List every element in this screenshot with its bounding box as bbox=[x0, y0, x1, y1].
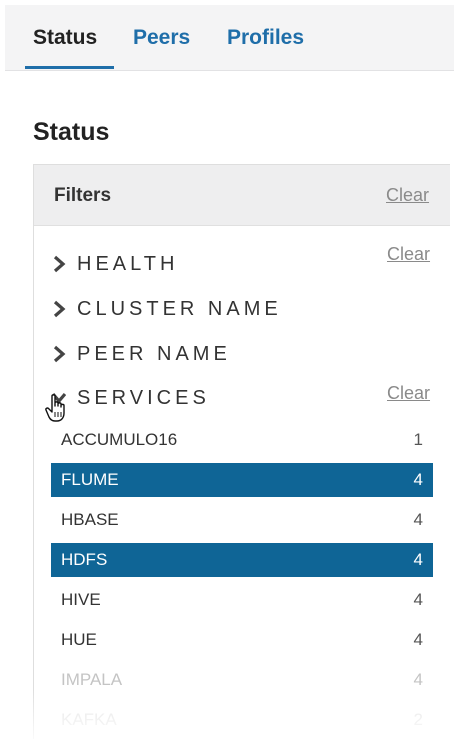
clear-services-filter-link[interactable]: Clear bbox=[387, 382, 430, 404]
service-count: 4 bbox=[413, 470, 423, 489]
chevron-right-icon bbox=[53, 255, 66, 273]
service-count: 1 bbox=[413, 430, 423, 449]
active-tab-indicator bbox=[25, 66, 114, 69]
service-name: HIVE bbox=[61, 590, 101, 609]
service-row-hbase[interactable]: HBASE 4 bbox=[51, 503, 433, 537]
service-row-hdfs[interactable]: HDFS 4 bbox=[51, 543, 433, 577]
service-row-hue[interactable]: HUE 4 bbox=[51, 623, 433, 657]
filter-section-label: CLUSTER NAME bbox=[77, 298, 282, 320]
service-row-accumulo16[interactable]: ACCUMULO16 1 bbox=[51, 423, 433, 457]
filter-section-label: PEER NAME bbox=[77, 343, 231, 365]
service-name: ACCUMULO16 bbox=[61, 430, 178, 449]
chevron-right-icon bbox=[53, 345, 66, 363]
hand-pointer-icon bbox=[45, 394, 65, 422]
service-name: IMPALA bbox=[61, 670, 123, 689]
service-name: KAFKA bbox=[61, 710, 117, 729]
filters-panel: Filters Clear HEALTH Clear CLUSTER NAME … bbox=[33, 164, 450, 739]
service-count: 4 bbox=[413, 550, 423, 569]
service-count: 2 bbox=[413, 710, 423, 729]
service-name: HDFS bbox=[61, 550, 108, 569]
clear-health-filter-link[interactable]: Clear bbox=[387, 243, 430, 265]
service-name: FLUME bbox=[61, 470, 119, 489]
service-count: 4 bbox=[413, 670, 423, 689]
service-count: 4 bbox=[413, 630, 423, 649]
service-count: 4 bbox=[413, 590, 423, 609]
service-row-kafka[interactable]: KAFKA 2 bbox=[51, 703, 433, 737]
service-row-hive[interactable]: HIVE 4 bbox=[51, 583, 433, 617]
tab-bar: Status Peers Profiles bbox=[5, 5, 454, 71]
service-row-flume[interactable]: FLUME 4 bbox=[51, 463, 433, 497]
page-title: Status bbox=[33, 118, 110, 146]
service-name: HUE bbox=[61, 630, 97, 649]
filter-section-label: HEALTH bbox=[77, 253, 179, 275]
filter-section-label: SERVICES bbox=[77, 387, 210, 409]
service-row-impala[interactable]: IMPALA 4 bbox=[51, 663, 433, 697]
chevron-right-icon bbox=[53, 300, 66, 318]
tab-peers[interactable]: Peers bbox=[133, 25, 190, 51]
service-count: 4 bbox=[413, 510, 423, 529]
tab-status[interactable]: Status bbox=[33, 25, 97, 51]
clear-all-filters-link[interactable]: Clear bbox=[386, 184, 429, 206]
filters-header: Filters Clear bbox=[34, 165, 450, 226]
page: Status Peers Profiles Status Filters Cle… bbox=[0, 0, 454, 739]
filters-title: Filters bbox=[54, 185, 112, 206]
tab-profiles[interactable]: Profiles bbox=[227, 25, 304, 51]
service-name: HBASE bbox=[61, 510, 119, 529]
